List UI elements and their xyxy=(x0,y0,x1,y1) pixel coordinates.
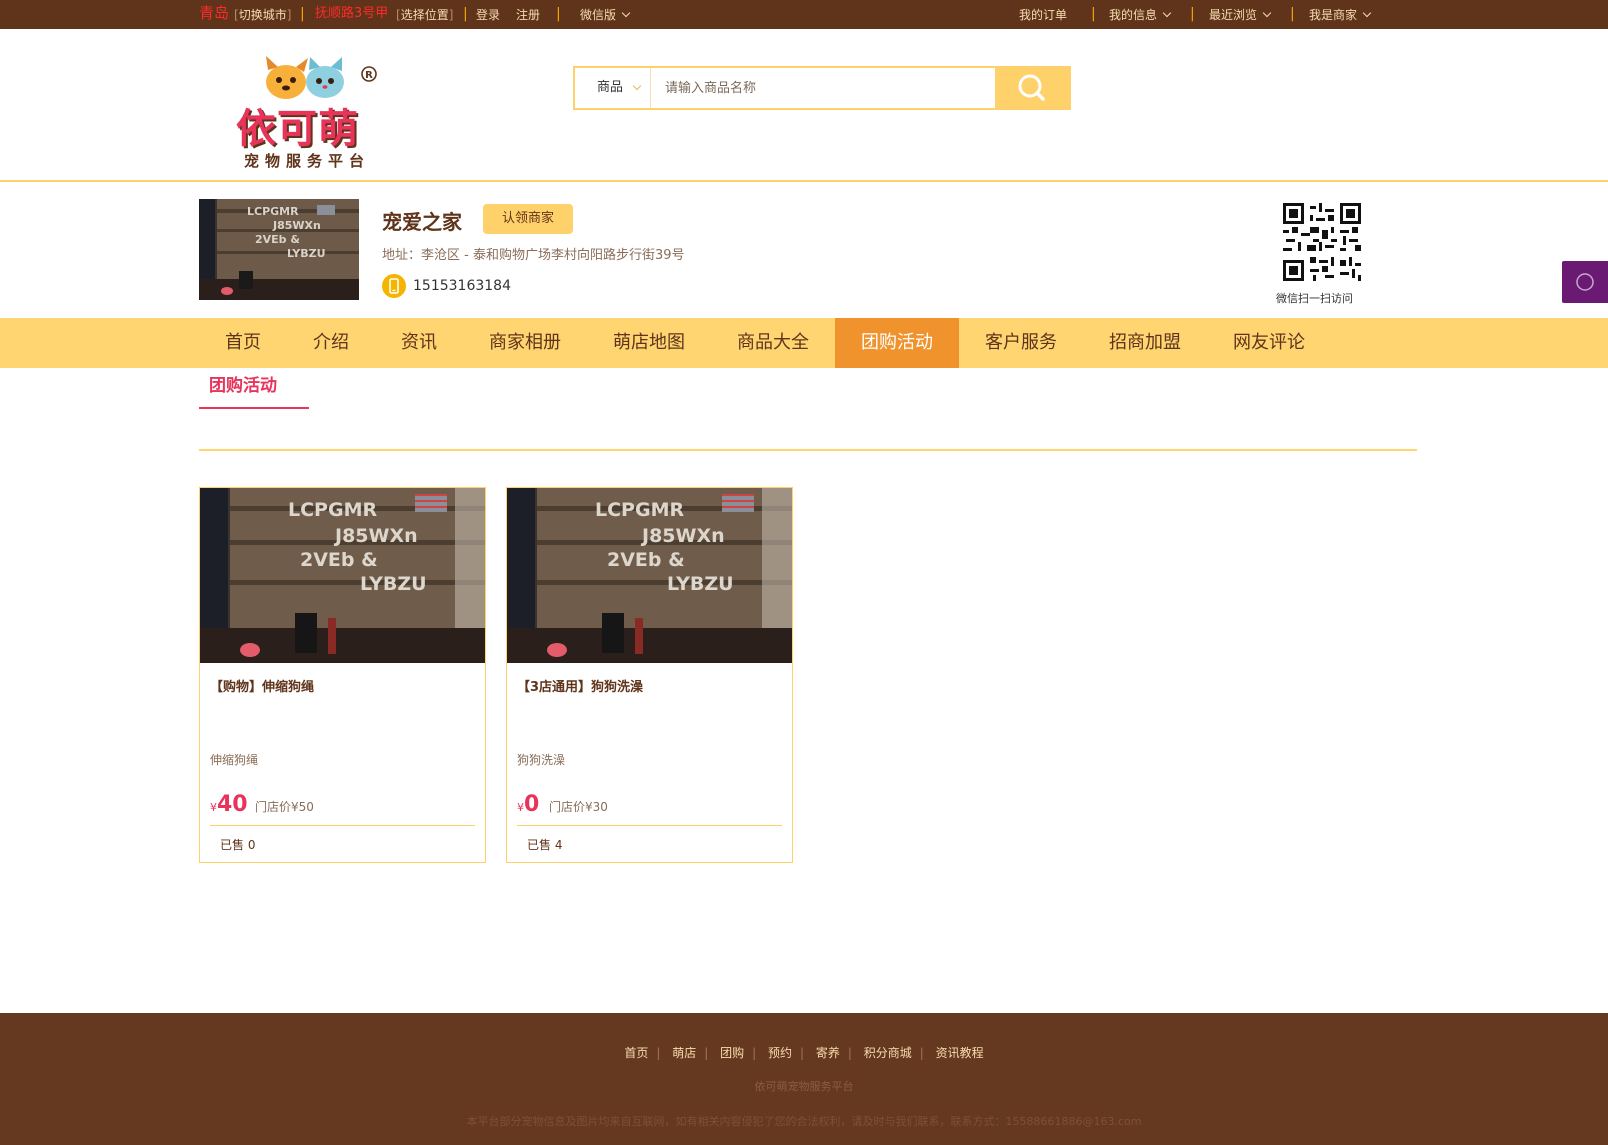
logo-brand-text: 依可萌 xyxy=(236,106,359,152)
choose-location-link[interactable]: [选择位置] xyxy=(396,7,453,23)
nav-item-service[interactable]: 客户服务 xyxy=(959,318,1083,368)
header-divider xyxy=(0,180,1608,182)
top-bar: 青岛 [切换城市] | 抚顺路3号甲 [选择位置] | 登录 注册 | 微信版 … xyxy=(0,0,1608,29)
divider: | xyxy=(1290,6,1295,22)
phone-icon xyxy=(382,274,406,298)
product-image[interactable]: LCPGMR J85WXn 2VEb & LYBZU xyxy=(507,488,792,663)
qr-code xyxy=(1283,203,1361,281)
product-original-price: 门店价¥30 xyxy=(549,800,608,814)
product-desc: 狗狗洗澡 xyxy=(517,753,566,767)
my-orders-link[interactable]: 我的订单 xyxy=(1019,7,1067,23)
section-divider xyxy=(199,449,1417,451)
recent-browse-menu[interactable]: 最近浏览 xyxy=(1209,7,1272,23)
svg-text:2VEb &: 2VEb & xyxy=(300,549,378,571)
nav-item-products[interactable]: 商品大全 xyxy=(711,318,835,368)
nav-item-franchise[interactable]: 招商加盟 xyxy=(1083,318,1207,368)
divider: | xyxy=(463,6,468,22)
nav-item-intro[interactable]: 介绍 xyxy=(287,318,375,368)
current-location: 抚顺路3号甲 xyxy=(315,6,389,21)
side-float-tab[interactable] xyxy=(1562,261,1608,303)
register-link[interactable]: 注册 xyxy=(516,7,540,23)
footer: 首页 | 萌店 | 团购 | 预约 | 寄养 | 积分商城 | 资讯教程 依可萌宠物服务平台… xyxy=(0,1013,1608,1145)
footer-disclaimer: 本平台部分宠物信息及图片均来自互联网，如有相关内容侵犯了您的合法权利，请及时与我… xyxy=(466,1115,1142,1128)
switch-city-link[interactable]: [切换城市] xyxy=(234,7,291,23)
svg-text:LCPGMR: LCPGMR xyxy=(595,499,684,521)
product-price: ¥40 xyxy=(210,792,248,817)
nav-item-reviews[interactable]: 网友评论 xyxy=(1207,318,1331,368)
shop-photo: LCPGMR J85WXn 2VEb & LYBZU xyxy=(199,199,359,300)
nav-item-group-buy[interactable]: 团购活动 xyxy=(835,318,959,368)
search-icon xyxy=(1018,74,1045,101)
footer-link-stores[interactable]: 萌店 xyxy=(672,1046,696,1060)
current-city: 青岛 xyxy=(199,4,230,22)
product-card[interactable]: LCPGMR J85WXn 2VEb & LYBZU 【购物】伸缩狗绳 伸缩狗绳… xyxy=(199,487,486,863)
shop-address: 地址：李沧区 - 泰和购物广场李村向阳路步行街39号 xyxy=(382,248,685,263)
logo-tagline-text: 宠物服务平台 xyxy=(244,152,371,170)
product-title[interactable]: 【购物】伸缩狗绳 xyxy=(210,676,314,695)
nav-item-news[interactable]: 资讯 xyxy=(375,318,463,368)
nav-item-album[interactable]: 商家相册 xyxy=(463,318,587,368)
search-bar: 商品 xyxy=(573,66,1071,110)
my-info-menu[interactable]: 我的信息 xyxy=(1109,7,1172,23)
svg-text:R: R xyxy=(365,70,373,81)
divider: | xyxy=(300,6,305,22)
nav-item-map[interactable]: 萌店地图 xyxy=(587,318,711,368)
product-card[interactable]: LCPGMR J85WXn 2VEb & LYBZU 【3店通用】狗狗洗澡 狗狗… xyxy=(506,487,793,863)
footer-link-group-buy[interactable]: 团购 xyxy=(720,1046,744,1060)
shop-photo-image: LCPGMR J85WXn 2VEb & LYBZU xyxy=(199,199,359,300)
merchant-menu[interactable]: 我是商家 xyxy=(1309,7,1372,23)
svg-text:J85WXn: J85WXn xyxy=(272,219,321,232)
chevron-down-icon xyxy=(1162,8,1172,18)
site-logo[interactable]: R 依可萌 宠物服务平台 xyxy=(232,56,392,170)
footer-link-home[interactable]: 首页 xyxy=(624,1046,648,1060)
shop-name: 宠爱之家 xyxy=(382,210,462,234)
search-input[interactable] xyxy=(665,68,995,108)
chevron-down-icon xyxy=(632,81,642,91)
svg-text:LYBZU: LYBZU xyxy=(360,573,427,595)
card-divider xyxy=(517,825,782,826)
svg-text:LCPGMR: LCPGMR xyxy=(247,205,299,218)
divider: | xyxy=(1190,6,1195,22)
footer-links: 首页 | 萌店 | 团购 | 预约 | 寄养 | 积分商城 | 资讯教程 xyxy=(624,1046,984,1060)
card-divider xyxy=(210,825,475,826)
product-sold-count: 已售 4 xyxy=(527,838,563,852)
footer-link-boarding[interactable]: 寄养 xyxy=(816,1046,840,1060)
product-desc: 伸缩狗绳 xyxy=(210,753,259,767)
footer-link-tutorials[interactable]: 资讯教程 xyxy=(936,1046,984,1060)
main-nav: 首页 介绍 资讯 商家相册 萌店地图 商品大全 团购活动 客户服务 招商加盟 网… xyxy=(0,318,1608,368)
chat-icon xyxy=(1576,273,1594,291)
svg-text:J85WXn: J85WXn xyxy=(333,525,418,547)
search-category-select[interactable]: 商品 xyxy=(575,68,651,108)
section-title: 团购活动 xyxy=(209,376,277,396)
svg-text:LCPGMR: LCPGMR xyxy=(288,499,377,521)
search-button[interactable] xyxy=(995,68,1069,108)
footer-link-points-mall[interactable]: 积分商城 xyxy=(864,1046,912,1060)
svg-text:LYBZU: LYBZU xyxy=(667,573,734,595)
divider: | xyxy=(556,6,561,22)
product-original-price: 门店价¥50 xyxy=(255,800,314,814)
divider: | xyxy=(1091,6,1096,22)
svg-text:J85WXn: J85WXn xyxy=(640,525,725,547)
footer-link-booking[interactable]: 预约 xyxy=(768,1046,792,1060)
section-title-underline xyxy=(199,407,309,409)
svg-text:2VEb &: 2VEb & xyxy=(607,549,685,571)
chevron-down-icon xyxy=(1362,8,1372,18)
chevron-down-icon xyxy=(1262,8,1272,18)
svg-text:2VEb &: 2VEb & xyxy=(255,233,300,246)
claim-merchant-button[interactable]: 认领商家 xyxy=(483,204,573,234)
qr-label: 微信扫一扫访问 xyxy=(1276,292,1353,305)
nav-item-home[interactable]: 首页 xyxy=(199,318,287,368)
product-image[interactable]: LCPGMR J85WXn 2VEb & LYBZU xyxy=(200,488,485,663)
shop-phone: 15153163184 xyxy=(413,278,511,294)
svg-text:LYBZU: LYBZU xyxy=(287,247,326,260)
product-title[interactable]: 【3店通用】狗狗洗澡 xyxy=(517,676,643,695)
footer-platform-name: 依可萌宠物服务平台 xyxy=(754,1080,854,1093)
wechat-version-menu[interactable]: 微信版 xyxy=(580,7,631,23)
product-price: ¥0 xyxy=(517,792,540,817)
chevron-down-icon xyxy=(621,8,631,18)
product-sold-count: 已售 0 xyxy=(220,838,256,852)
login-link[interactable]: 登录 xyxy=(476,7,500,23)
